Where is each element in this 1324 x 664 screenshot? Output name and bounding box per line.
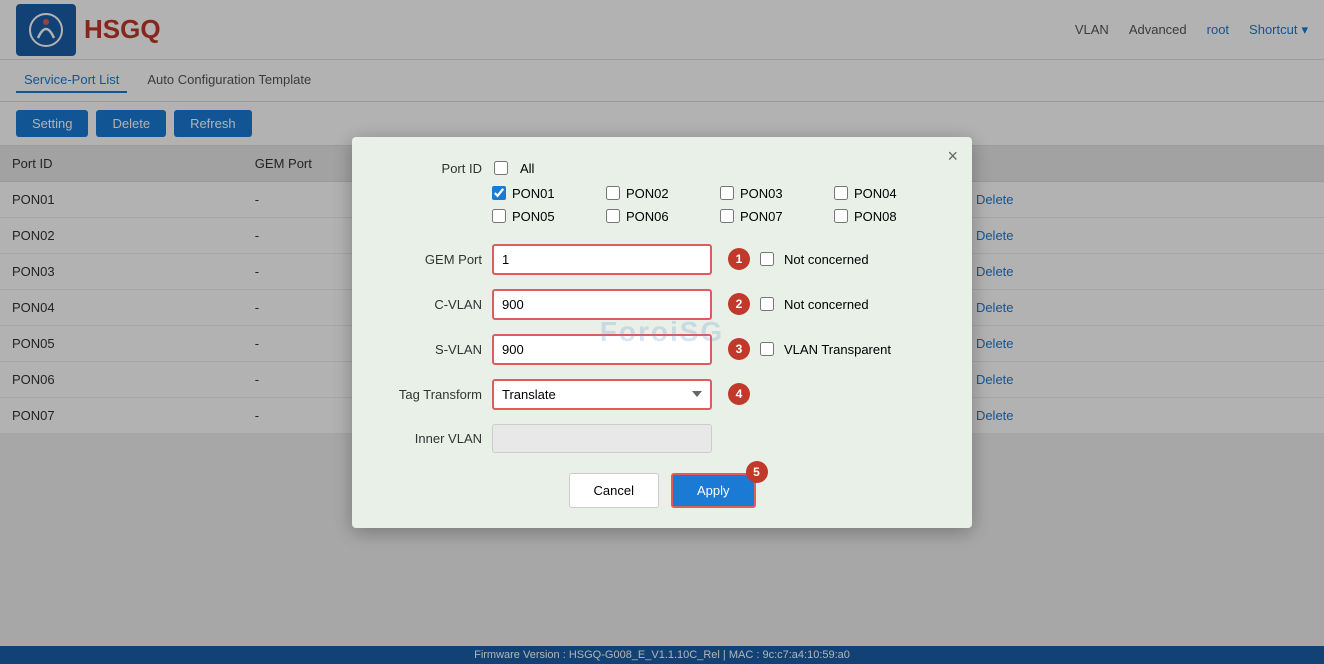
- pon07-checkbox[interactable]: [720, 209, 734, 223]
- not-concerned-1-label: Not concerned: [784, 252, 869, 267]
- gem-port-input[interactable]: [492, 244, 712, 275]
- cancel-button[interactable]: Cancel: [569, 473, 659, 508]
- modal-footer: Cancel Apply 5: [382, 473, 942, 508]
- cvlan-label: C-VLAN: [382, 297, 482, 312]
- gem-port-label: GEM Port: [382, 252, 482, 267]
- apply-button[interactable]: Apply: [671, 473, 756, 508]
- pon08-checkbox[interactable]: [834, 209, 848, 223]
- port-item-pon08: PON08: [834, 209, 924, 224]
- pon01-checkbox[interactable]: [492, 186, 506, 200]
- pon01-label: PON01: [512, 186, 555, 201]
- all-checkbox[interactable]: [494, 161, 508, 175]
- all-label: All: [520, 161, 534, 176]
- port-item-pon05: PON05: [492, 209, 582, 224]
- port-item-pon01: PON01: [492, 186, 582, 201]
- port-row-1: PON01 PON02 PON03 PON04: [492, 186, 942, 201]
- pon06-label: PON06: [626, 209, 669, 224]
- pon03-checkbox[interactable]: [720, 186, 734, 200]
- inner-vlan-input[interactable]: [492, 424, 712, 453]
- port-item-pon07: PON07: [720, 209, 810, 224]
- port-row-2: PON05 PON06 PON07 PON08: [492, 209, 942, 224]
- pon05-checkbox[interactable]: [492, 209, 506, 223]
- modal: × ForoiSG Port ID All PON01 PON02: [352, 137, 972, 528]
- port-item-pon02: PON02: [606, 186, 696, 201]
- port-item-pon03: PON03: [720, 186, 810, 201]
- inner-vlan-label: Inner VLAN: [382, 431, 482, 446]
- pon05-label: PON05: [512, 209, 555, 224]
- port-item-pon04: PON04: [834, 186, 924, 201]
- modal-close-button[interactable]: ×: [947, 147, 958, 165]
- pon03-label: PON03: [740, 186, 783, 201]
- pon04-checkbox[interactable]: [834, 186, 848, 200]
- port-id-row: Port ID All: [382, 161, 942, 176]
- modal-overlay: × ForoiSG Port ID All PON01 PON02: [0, 0, 1324, 664]
- not-concerned-2-label: Not concerned: [784, 297, 869, 312]
- port-id-section: Port ID All PON01 PON02 PON03: [382, 161, 942, 224]
- pon07-label: PON07: [740, 209, 783, 224]
- gem-port-row: GEM Port 1 Not concerned: [382, 244, 942, 275]
- pon02-checkbox[interactable]: [606, 186, 620, 200]
- pon04-label: PON04: [854, 186, 897, 201]
- inner-vlan-row: Inner VLAN: [382, 424, 942, 453]
- tag-transform-badge: 4: [728, 383, 750, 405]
- port-id-label: Port ID: [382, 161, 482, 176]
- svlan-badge: 3: [728, 338, 750, 360]
- svlan-label: S-VLAN: [382, 342, 482, 357]
- apply-badge: 5: [746, 461, 768, 483]
- cvlan-badge: 2: [728, 293, 750, 315]
- not-concerned-1-checkbox[interactable]: [760, 252, 774, 266]
- pon02-label: PON02: [626, 186, 669, 201]
- gem-port-badge: 1: [728, 248, 750, 270]
- pon06-checkbox[interactable]: [606, 209, 620, 223]
- pon08-label: PON08: [854, 209, 897, 224]
- vlan-transparent-checkbox[interactable]: [760, 342, 774, 356]
- tag-transform-label: Tag Transform: [382, 387, 482, 402]
- cvlan-row: C-VLAN 2 Not concerned: [382, 289, 942, 320]
- tag-transform-select[interactable]: Translate Add Remove None: [492, 379, 712, 410]
- svlan-row: S-VLAN 3 VLAN Transparent: [382, 334, 942, 365]
- not-concerned-2-checkbox[interactable]: [760, 297, 774, 311]
- port-item-pon06: PON06: [606, 209, 696, 224]
- cvlan-input[interactable]: [492, 289, 712, 320]
- tag-transform-row: Tag Transform Translate Add Remove None …: [382, 379, 942, 410]
- vlan-transparent-label: VLAN Transparent: [784, 342, 891, 357]
- svlan-input[interactable]: [492, 334, 712, 365]
